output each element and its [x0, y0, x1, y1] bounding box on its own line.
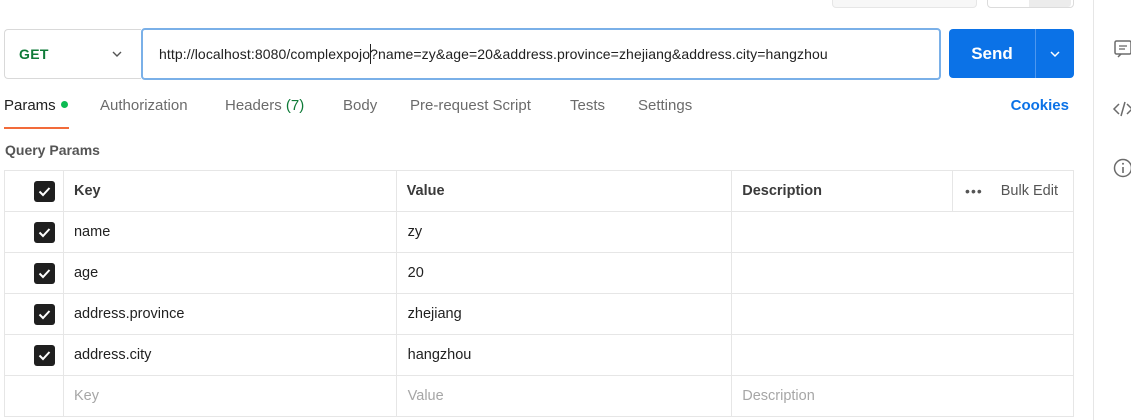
description-cell[interactable]: [731, 293, 1074, 335]
key-input[interactable]: Key: [62, 375, 397, 417]
chevron-down-icon: [1050, 50, 1060, 57]
bulk-edit-link[interactable]: Bulk Edit: [1001, 183, 1058, 199]
table-row: address.province zhejiang: [4, 293, 1074, 335]
value-cell[interactable]: zhejiang: [395, 293, 733, 335]
table-row: name zy: [4, 211, 1074, 253]
headers-count: (7): [285, 97, 305, 114]
more-options-icon[interactable]: •••: [965, 183, 983, 199]
checkmark-icon: [38, 186, 51, 196]
checkmark-icon: [38, 309, 51, 319]
active-tab-indicator: [4, 127, 69, 129]
column-header-value: Value: [406, 183, 445, 199]
query-params-table: Key Value Description ••• Bulk Edit name …: [4, 170, 1074, 417]
row-checkbox[interactable]: [34, 221, 55, 243]
table-row-new: Key Value Description: [4, 375, 1074, 417]
status-dot: [60, 101, 68, 108]
cookies-link[interactable]: Cookies: [1011, 97, 1069, 114]
description-input[interactable]: Description: [731, 375, 1074, 417]
select-all-checkbox[interactable]: [34, 180, 55, 202]
send-button[interactable]: Send: [949, 29, 1035, 78]
checkmark-icon: [38, 227, 51, 237]
tab-tests[interactable]: Tests: [570, 97, 605, 114]
row-checkbox[interactable]: [34, 262, 55, 284]
row-checkbox[interactable]: [34, 303, 55, 325]
section-title: Query Params: [5, 142, 100, 158]
row-checkbox[interactable]: [34, 344, 55, 366]
description-cell[interactable]: [731, 211, 1074, 253]
comment-icon[interactable]: [1112, 38, 1131, 60]
checkmark-icon: [38, 350, 51, 360]
key-cell[interactable]: address.province: [62, 293, 397, 335]
tab-pre-request-script[interactable]: Pre-request Script: [410, 97, 531, 114]
url-input[interactable]: http://localhost:8080/complexpojo?name=z…: [141, 28, 941, 80]
info-icon[interactable]: [1112, 157, 1131, 179]
key-cell[interactable]: address.city: [62, 334, 397, 376]
url-text: http://localhost:8080/complexpojo?name=z…: [159, 46, 828, 62]
key-cell[interactable]: age: [62, 252, 397, 294]
code-icon[interactable]: [1112, 98, 1131, 120]
top-toolbar-toggle[interactable]: [987, 0, 1074, 8]
value-input[interactable]: Value: [395, 375, 733, 417]
empty-checkbox-cell: [4, 375, 64, 417]
text-caret: [370, 44, 371, 64]
description-cell[interactable]: [731, 334, 1074, 376]
tab-settings[interactable]: Settings: [638, 97, 692, 114]
tab-params[interactable]: Params: [4, 97, 68, 114]
right-sidebar: [1093, 0, 1131, 420]
table-row: age 20: [4, 252, 1074, 294]
value-cell[interactable]: 20: [395, 252, 733, 294]
send-options-button[interactable]: [1035, 29, 1074, 78]
method-label: GET: [19, 46, 49, 62]
table-header-row: Key Value Description ••• Bulk Edit: [4, 170, 1074, 212]
checkmark-icon: [38, 268, 51, 278]
tab-body[interactable]: Body: [343, 97, 377, 114]
tab-authorization[interactable]: Authorization: [100, 97, 188, 114]
description-cell[interactable]: [731, 252, 1074, 294]
key-cell[interactable]: name: [62, 211, 397, 253]
chevron-down-icon: [112, 51, 122, 57]
top-toolbar-button[interactable]: [832, 0, 977, 8]
value-cell[interactable]: hangzhou: [395, 334, 733, 376]
column-header-description: Description: [742, 183, 823, 199]
column-header-key: Key: [73, 183, 101, 199]
value-cell[interactable]: zy: [395, 211, 733, 253]
method-select[interactable]: GET: [4, 29, 141, 79]
request-tabs: Params Authorization Headers (7) Body Pr…: [0, 97, 1080, 123]
tab-headers[interactable]: Headers (7): [225, 97, 304, 114]
table-row: address.city hangzhou: [4, 334, 1074, 376]
